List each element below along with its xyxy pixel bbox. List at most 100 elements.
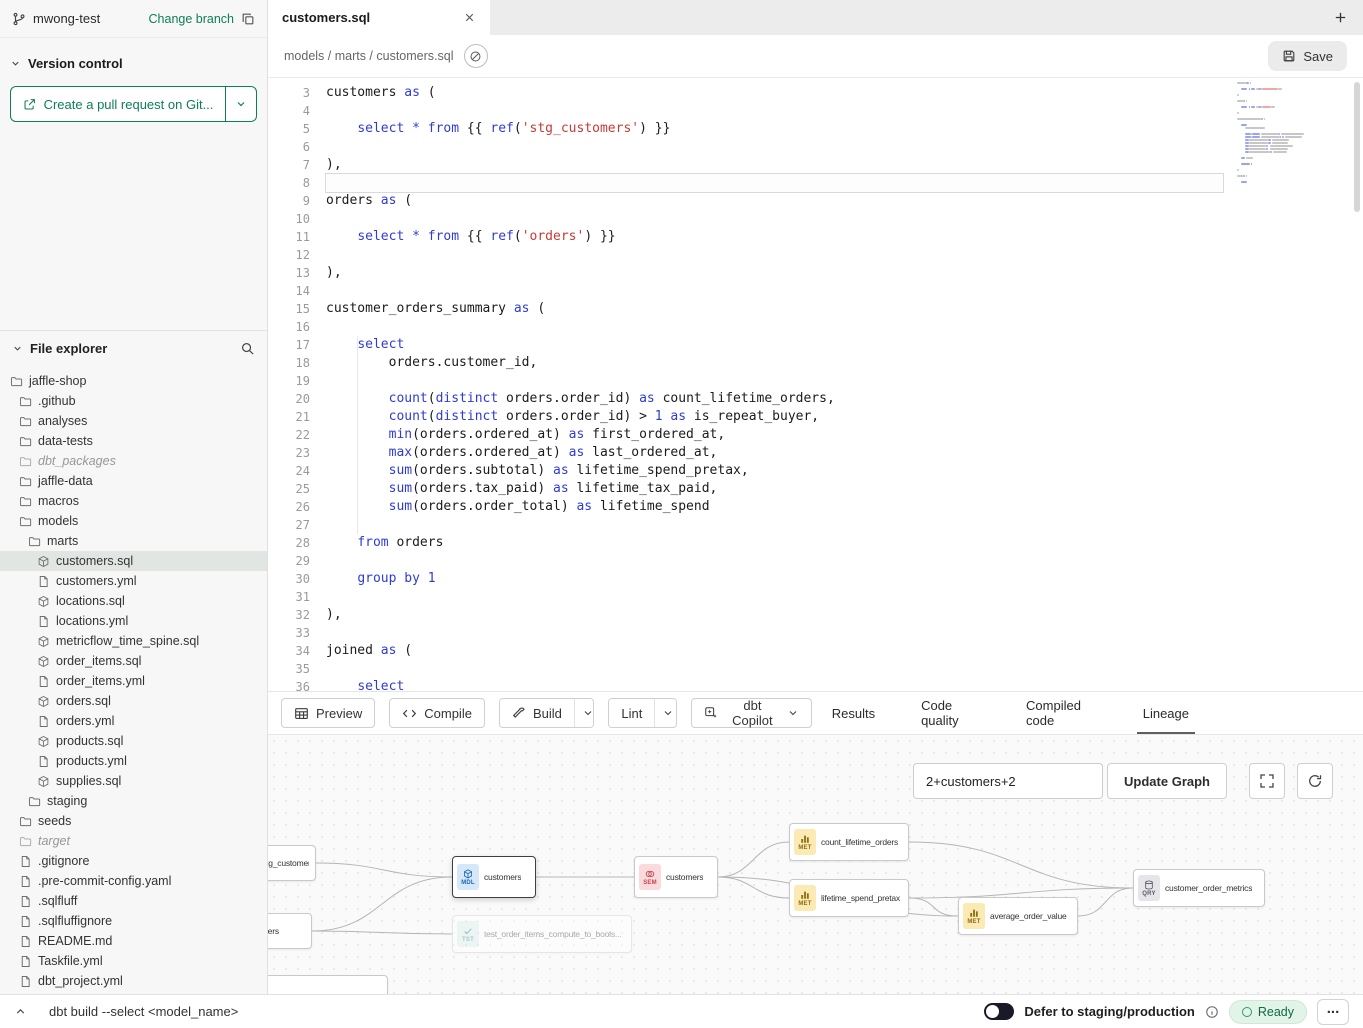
line-number[interactable]: 16 — [268, 318, 310, 336]
file-tree-item[interactable]: dbt_packages — [0, 451, 267, 471]
info-icon[interactable] — [1205, 1005, 1219, 1019]
line-number[interactable]: 11 — [268, 228, 310, 246]
code-line[interactable]: 4 — [268, 102, 1223, 120]
lineage-node-customers_mdl[interactable]: MDLcustomers — [452, 856, 536, 898]
line-number[interactable]: 23 — [268, 444, 310, 462]
file-tree-item[interactable]: target — [0, 831, 267, 851]
build-dropdown-button[interactable] — [574, 699, 595, 727]
refresh-button[interactable] — [1297, 763, 1333, 799]
minimap[interactable] — [1237, 82, 1317, 184]
line-number[interactable]: 35 — [268, 660, 310, 678]
line-number[interactable]: 9 — [268, 192, 310, 210]
file-tree-item[interactable]: orders.yml — [0, 711, 267, 731]
lineage-node-average_order_value[interactable]: METaverage_order_value — [958, 897, 1078, 935]
expand-panel-button[interactable] — [14, 1005, 27, 1018]
file-explorer-header[interactable]: File explorer — [0, 331, 267, 365]
file-tree-item[interactable]: jaffle-shop — [0, 371, 267, 391]
code-line[interactable]: 23 max(orders.ordered_at) as last_ordere… — [268, 444, 1223, 462]
code-line[interactable]: 26 sum(orders.order_total) as lifetime_s… — [268, 498, 1223, 516]
code-line[interactable]: 18 orders.customer_id, — [268, 354, 1223, 372]
code-line[interactable]: 25 sum(orders.tax_paid) as lifetime_tax_… — [268, 480, 1223, 498]
file-tree-item[interactable]: .sqlfluffignore — [0, 911, 267, 931]
line-number[interactable]: 33 — [268, 624, 310, 642]
file-tree-item[interactable]: marts — [0, 531, 267, 551]
file-tree-item[interactable]: README.md — [0, 931, 267, 951]
update-graph-button[interactable]: Update Graph — [1107, 763, 1227, 799]
line-number[interactable]: 17 — [268, 336, 310, 354]
code-line[interactable]: 24 sum(orders.subtotal) as lifetime_spen… — [268, 462, 1223, 480]
lineage-node-orders_src[interactable]: MDLorders — [268, 913, 312, 949]
tab-code-quality[interactable]: Code quality — [915, 692, 986, 734]
line-number[interactable]: 18 — [268, 354, 310, 372]
code-line[interactable]: 11 select * from {{ ref('orders') }} — [268, 228, 1223, 246]
code-line[interactable]: 22 min(orders.ordered_at) as first_order… — [268, 426, 1223, 444]
lineage-node-customer_order_metrics[interactable]: QRYcustomer_order_metrics — [1133, 869, 1265, 907]
tab-lineage[interactable]: Lineage — [1137, 692, 1195, 734]
line-number[interactable]: 5 — [268, 120, 310, 138]
file-tree-item[interactable]: locations.yml — [0, 611, 267, 631]
line-number[interactable]: 34 — [268, 642, 310, 660]
line-number[interactable]: 25 — [268, 480, 310, 498]
line-number[interactable]: 21 — [268, 408, 310, 426]
file-tree-item[interactable]: order_items.sql — [0, 651, 267, 671]
line-number[interactable]: 3 — [268, 84, 310, 102]
file-tree-item[interactable]: macros — [0, 491, 267, 511]
code-line[interactable]: 12 — [268, 246, 1223, 264]
file-tree-item[interactable]: analyses — [0, 411, 267, 431]
code-line[interactable]: 31 — [268, 588, 1223, 606]
line-number[interactable]: 7 — [268, 156, 310, 174]
code-line[interactable]: 32), — [268, 606, 1223, 624]
save-button[interactable]: Save — [1268, 41, 1347, 71]
code-line[interactable]: 20 count(distinct orders.order_id) as co… — [268, 390, 1223, 408]
file-tree-item[interactable]: Taskfile.yml — [0, 951, 267, 971]
file-tree-item[interactable]: products.sql — [0, 731, 267, 751]
code-line[interactable]: 30 group by 1 — [268, 570, 1223, 588]
line-number[interactable]: 27 — [268, 516, 310, 534]
code-line[interactable]: 10 — [268, 210, 1223, 228]
tab-compiled-code[interactable]: Compiled code — [1020, 692, 1103, 734]
file-tree-item[interactable]: customers.sql — [0, 551, 267, 571]
file-tree-item[interactable]: staging — [0, 791, 267, 811]
lineage-node-lifetime_spend_pretax[interactable]: METlifetime_spend_pretax — [789, 879, 909, 917]
code-line[interactable]: 15customer_orders_summary as ( — [268, 300, 1223, 318]
file-tree-item[interactable]: .github — [0, 391, 267, 411]
code-line[interactable]: 33 — [268, 624, 1223, 642]
line-number[interactable]: 6 — [268, 138, 310, 156]
code-editor[interactable]: 3customers as (45 select * from {{ ref('… — [268, 78, 1363, 691]
code-line[interactable]: 29 — [268, 552, 1223, 570]
line-number[interactable]: 8 — [268, 174, 310, 192]
line-number[interactable]: 22 — [268, 426, 310, 444]
line-number[interactable]: 31 — [268, 588, 310, 606]
pr-dropdown-button[interactable] — [225, 86, 257, 122]
file-tree-item[interactable]: .gitignore — [0, 851, 267, 871]
preview-button[interactable]: Preview — [281, 698, 375, 728]
lineage-node-partial_node[interactable] — [268, 975, 388, 994]
command-text[interactable]: dbt build --select <model_name> — [49, 1004, 238, 1019]
code-line[interactable]: 9orders as ( — [268, 192, 1223, 210]
tab-results[interactable]: Results — [826, 692, 881, 734]
code-line[interactable]: 28 from orders — [268, 534, 1223, 552]
change-branch-link[interactable]: Change branch — [149, 12, 234, 26]
line-number[interactable]: 4 — [268, 102, 310, 120]
lint-button[interactable]: Lint — [609, 699, 654, 727]
code-line[interactable]: 21 count(distinct orders.order_id) > 1 a… — [268, 408, 1223, 426]
file-tree-item[interactable]: jaffle-data — [0, 471, 267, 491]
file-tree-item[interactable]: data-tests — [0, 431, 267, 451]
code-line[interactable]: 3customers as ( — [268, 84, 1223, 102]
copy-icon[interactable] — [241, 12, 255, 26]
file-tree-item[interactable]: metricflow_time_spine.sql — [0, 631, 267, 651]
line-number[interactable]: 10 — [268, 210, 310, 228]
code-line[interactable]: 6 — [268, 138, 1223, 156]
close-icon[interactable] — [463, 11, 476, 24]
file-tree-item[interactable]: models — [0, 511, 267, 531]
line-number[interactable]: 32 — [268, 606, 310, 624]
line-number[interactable]: 29 — [268, 552, 310, 570]
file-tree-item[interactable]: products.yml — [0, 751, 267, 771]
build-button[interactable]: Build — [500, 699, 574, 727]
code-line[interactable]: 19 — [268, 372, 1223, 390]
file-tree-item[interactable]: seeds — [0, 811, 267, 831]
lineage-node-count_lifetime_orders[interactable]: METcount_lifetime_orders — [789, 823, 909, 861]
lineage-node-test_order_items[interactable]: TSTtest_order_items_compute_to_bools... — [452, 915, 632, 953]
file-tree-item[interactable]: dbt_project.yml — [0, 971, 267, 991]
lineage-selector-input[interactable] — [913, 763, 1103, 799]
